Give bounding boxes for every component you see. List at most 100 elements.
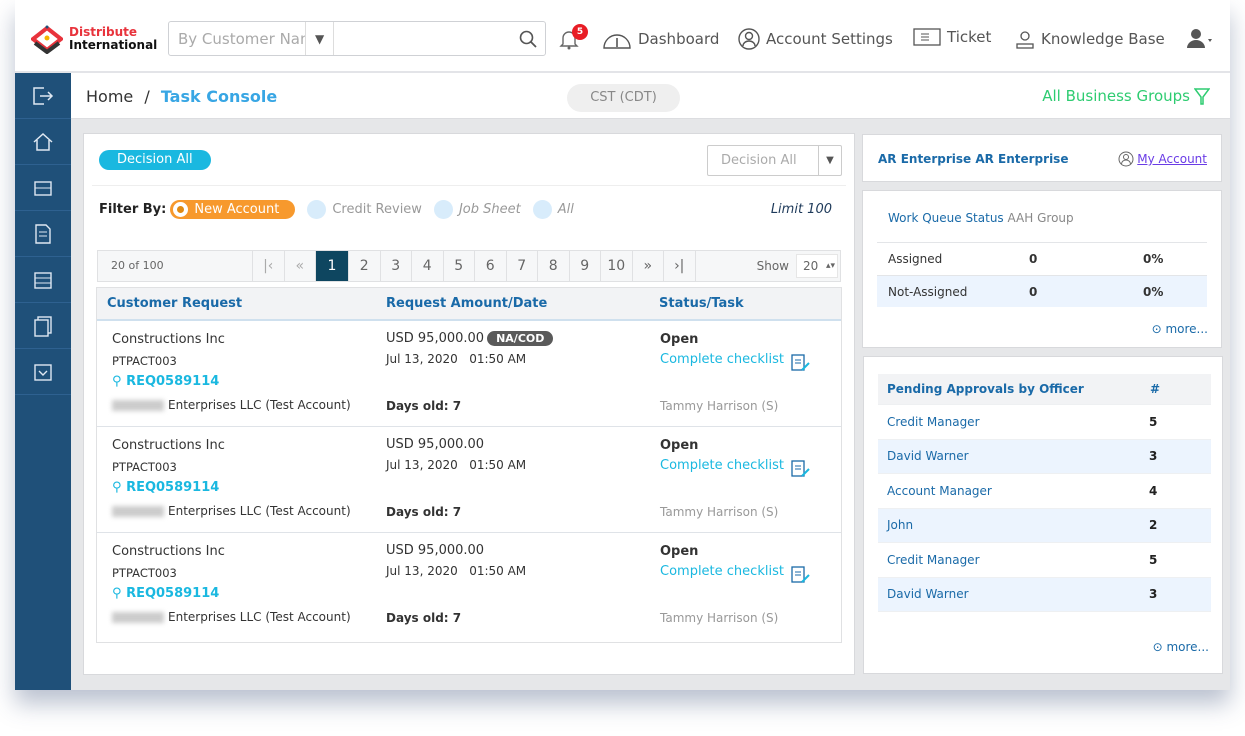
complete-checklist-link[interactable]: Complete checklist [660,564,810,584]
days-old: Days old: 7 [386,611,462,625]
sidebar-register[interactable] [15,165,71,211]
sidebar-documents[interactable] [15,211,71,257]
show-label: Show [756,259,789,273]
request-link[interactable]: ⚲ REQ0589114 [112,480,219,495]
pending-row[interactable]: Account Manager 4 [878,474,1211,509]
app-frame: DistributeInternational By Customer Name… [15,0,1230,690]
column-header[interactable]: Customer Request [107,296,242,311]
nav-knowledge-base[interactable]: Knowledge Base [1015,28,1165,50]
speedometer-icon [603,34,631,49]
chevron-circle-icon: ⊙ [1151,322,1162,336]
filter-all[interactable]: All [532,200,574,219]
logo[interactable]: Distribute International [31,24,157,54]
notifications-button[interactable]: 5 [558,24,588,54]
my-account-label: My Account [1137,152,1207,166]
pending-count: 3 [1149,449,1158,464]
company: Enterprises LLC (Test Account) [112,504,351,518]
page-9[interactable]: 9 [570,251,601,281]
count-column-header: # [1150,382,1161,396]
next-page-icon[interactable]: » [633,251,664,281]
sidebar-inbox[interactable] [15,349,71,395]
nav-label: Dashboard [638,30,720,48]
page-5[interactable]: 5 [444,251,475,281]
filter-credit-review[interactable]: Credit Review [307,200,422,219]
task-label: Complete checklist [660,564,784,579]
page-size-value: 20 [803,259,819,273]
sidebar-home[interactable] [15,119,71,165]
request-link[interactable]: ⚲ REQ0589114 [112,586,219,601]
pending-row[interactable]: John 2 [878,508,1211,543]
nav-dashboard[interactable]: Dashboard [602,28,719,50]
user-menu-button[interactable] [1186,28,1214,48]
nav-label: Account Settings [766,30,893,48]
decision-all-button[interactable]: Decision All [99,150,211,170]
decision-select-value: Decision All [721,153,797,168]
breadcrumb-home[interactable]: Home [86,87,133,106]
row-label: Not-Assigned [888,284,968,299]
spinner-icon: ▴▾ [825,261,835,271]
company: Enterprises LLC (Test Account) [112,398,351,412]
filter-group: Filter By: New Account Credit Review Job… [99,200,586,219]
company-name: Enterprises LLC (Test Account) [168,610,351,624]
sidebar-logout[interactable] [15,73,71,119]
page-6[interactable]: 6 [475,251,507,281]
page-2[interactable]: 2 [349,251,381,281]
pending-row[interactable]: David Warner 3 [878,439,1211,474]
row-count: 0 [1029,251,1038,266]
business-groups-filter[interactable]: All Business Groups [1042,87,1210,105]
clipboard-edit-icon [791,566,810,583]
pending-more-link[interactable]: ⊙ more... [1153,640,1209,654]
request-date: Jul 13, 2020 01:50 AM [386,564,526,578]
column-header[interactable]: Status/Task [659,296,744,311]
notification-badge: 5 [572,24,588,40]
page-1[interactable]: 1 [316,251,349,281]
my-account-link[interactable]: My Account [1118,151,1207,167]
customer-code: PTPACT003 [112,566,177,580]
pending-row[interactable]: Credit Manager 5 [878,405,1211,440]
task-label: Complete checklist [660,458,784,473]
archive-icon [34,271,52,289]
work-queue-more-link[interactable]: ⊙ more... [1152,322,1208,336]
filter-option-label: Job Sheet [458,202,521,217]
decision-select[interactable]: Decision All ▼ [707,145,842,176]
filter-new-account[interactable]: New Account [170,200,296,219]
page-3[interactable]: 3 [381,251,412,281]
nav-account-settings[interactable]: Account Settings [738,28,893,50]
search-input[interactable] [334,22,512,55]
caret-down-icon[interactable]: ▼ [306,22,335,55]
date: Jul 13, 2020 [386,458,458,472]
first-page-icon[interactable]: |‹ [253,251,285,281]
pending-row[interactable]: David Warner 3 [878,577,1211,612]
request-amount: USD 95,000.00 [386,331,485,346]
chevron-circle-icon: ⊙ [1152,640,1163,654]
sidebar-archive[interactable] [15,257,71,303]
request-date: Jul 13, 2020 01:50 AM [386,352,526,366]
column-header[interactable]: Request Amount/Date [386,296,547,311]
page-10[interactable]: 10 [601,251,633,281]
pagination: 20 of 100 |‹ « 1 2 3 4 5 6 7 8 9 10 » ›|… [97,250,841,282]
page-8[interactable]: 8 [538,251,570,281]
complete-checklist-link[interactable]: Complete checklist [660,458,810,478]
logo-icon [31,25,63,54]
pending-row[interactable]: Credit Manager 5 [878,543,1211,578]
page-7[interactable]: 7 [507,251,538,281]
complete-checklist-link[interactable]: Complete checklist [660,352,810,372]
last-page-icon[interactable]: ›| [664,251,696,281]
radio-icon [307,200,327,219]
clipboard-edit-icon [791,354,810,371]
search-icon[interactable] [511,30,545,48]
payment-tag: NA/COD [487,331,554,346]
prev-page-icon[interactable]: « [285,251,316,281]
page-size-select[interactable]: 20 ▴▾ [796,254,838,278]
account-card: AR Enterprise AR Enterprise My Account [862,134,1222,182]
nav-ticket[interactable]: Ticket [913,28,991,46]
search-field-select[interactable]: By Customer Name [169,22,306,55]
assignee: Tammy Harrison (S) [660,505,779,519]
lightbulb-icon [1016,31,1034,49]
table-row: Constructions Inc PTPACT003 ⚲ REQ0589114… [97,533,841,639]
page-4[interactable]: 4 [412,251,444,281]
request-link[interactable]: ⚲ REQ0589114 [112,374,219,389]
user-circle-icon [738,28,760,50]
sidebar-reports[interactable] [15,303,71,349]
filter-job-sheet[interactable]: Job Sheet [433,200,521,219]
